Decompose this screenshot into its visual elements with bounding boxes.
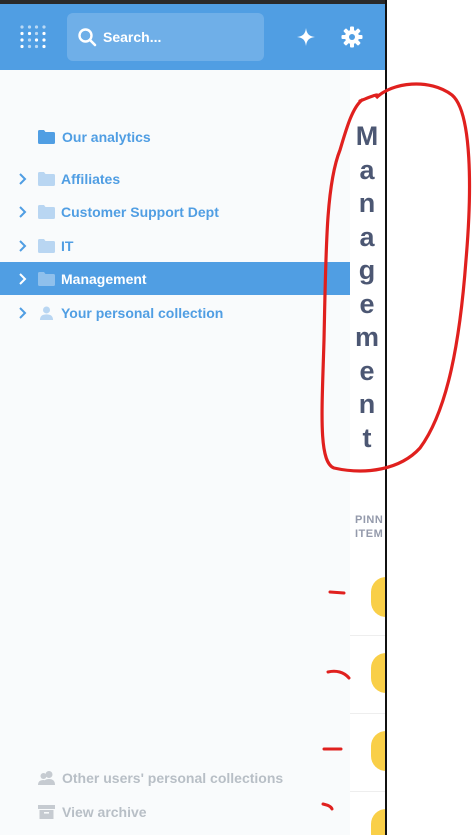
sidebar-item-label: Affiliates <box>61 170 121 187</box>
chevron-right-icon[interactable] <box>18 306 28 319</box>
chevron-right-icon[interactable] <box>18 239 28 252</box>
title-letter: M <box>355 121 379 151</box>
title-letter: a <box>359 154 375 185</box>
folder-icon <box>38 271 55 286</box>
sidebar-item-label: Management <box>61 270 147 287</box>
view-archive-link[interactable]: View archive <box>0 800 350 824</box>
metabase-logo-icon[interactable] <box>19 24 47 50</box>
title-letter: m <box>354 322 379 352</box>
search-icon <box>78 28 97 47</box>
title-letter: n <box>358 389 376 419</box>
sidebar-item-label: Your personal collection <box>61 304 224 321</box>
footer-link-label: View archive <box>62 804 147 820</box>
title-letter: n <box>358 188 376 218</box>
folder-icon <box>38 171 55 186</box>
other-users-collections-link[interactable]: Other users' personal collections <box>0 766 350 790</box>
top-navbar: Search... <box>0 4 386 70</box>
sidebar-item-label: Our analytics <box>62 128 151 145</box>
sidebar-item-management[interactable]: Management <box>0 262 350 295</box>
blank-margin <box>387 0 472 835</box>
sidebar-item-label: Customer Support Dept <box>61 203 219 220</box>
search-placeholder: Search... <box>103 29 162 45</box>
list-divider <box>350 635 385 636</box>
sidebar-item-personal-collection[interactable]: Your personal collection <box>0 296 350 329</box>
pinned-heading-line: ITEM <box>355 528 384 540</box>
title-letter: g <box>358 255 376 285</box>
sparkle-icon[interactable] <box>296 27 316 47</box>
folder-icon <box>38 238 55 253</box>
title-letter: t <box>362 422 372 453</box>
title-letter: e <box>359 288 375 319</box>
gear-icon[interactable] <box>341 26 363 48</box>
sidebar-item-customer-support-dept[interactable]: Customer Support Dept <box>0 195 350 228</box>
footer-link-label: Other users' personal collections <box>62 770 284 786</box>
chevron-right-icon[interactable] <box>18 172 28 185</box>
pinned-items-heading: PINN ITEM <box>355 513 383 541</box>
sidebar-item-our-analytics[interactable]: Our analytics <box>0 120 350 153</box>
sidebar-item-affiliates[interactable]: Affiliates <box>0 162 350 195</box>
sidebar-item-it[interactable]: IT <box>0 229 350 262</box>
pinned-heading-line: PINN <box>355 514 384 526</box>
chevron-right-icon[interactable] <box>18 272 28 285</box>
list-divider <box>350 713 385 714</box>
archive-icon <box>38 805 55 819</box>
folder-icon <box>38 129 55 144</box>
title-letter: e <box>359 355 375 386</box>
collection-sidebar: Our analytics Affiliates Customer Suppor… <box>0 70 350 835</box>
chevron-right-icon[interactable] <box>18 205 28 218</box>
list-divider <box>350 791 385 792</box>
people-icon <box>38 771 55 785</box>
folder-icon <box>38 204 55 219</box>
person-icon <box>39 305 54 320</box>
title-letter: a <box>359 221 375 252</box>
sidebar-item-label: IT <box>61 237 74 254</box>
page-title: M a n a g e m e n t <box>352 120 382 455</box>
search-input[interactable]: Search... <box>67 13 264 61</box>
